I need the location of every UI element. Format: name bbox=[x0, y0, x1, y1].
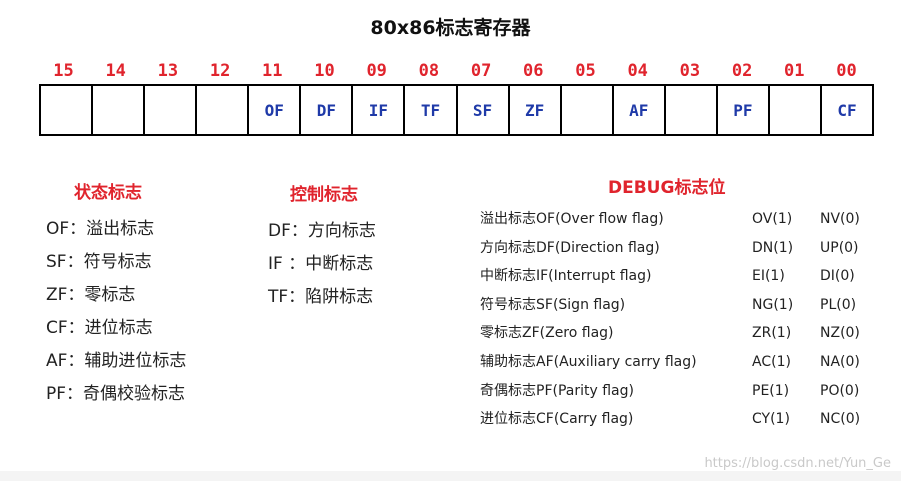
control-flag-item: DF：方向标志 bbox=[268, 221, 376, 241]
register-cell-bit-14 bbox=[93, 86, 146, 134]
debug-flag-set-value: PE(1) bbox=[752, 382, 790, 399]
debug-flags-title: DEBUG标志位 bbox=[608, 178, 726, 198]
register-cell-bit-15 bbox=[41, 86, 94, 134]
bit-number: 02 bbox=[731, 61, 753, 81]
debug-flag-row: 进位标志CF(Carry flag) CY(1) NC(0) bbox=[480, 405, 880, 434]
status-flag-item: PF：奇偶校验标志 bbox=[46, 384, 186, 404]
register-cell-bit-12 bbox=[197, 86, 250, 134]
control-flag-item: TF：陷阱标志 bbox=[268, 287, 374, 307]
register-cell-bit-03 bbox=[666, 86, 718, 134]
status-flag-item: SF：符号标志 bbox=[46, 252, 152, 272]
status-flags-title: 状态标志 bbox=[74, 183, 142, 203]
bit-number: 06 bbox=[523, 61, 544, 81]
control-flags-title: 控制标志 bbox=[290, 185, 358, 205]
debug-flag-name: 进位标志CF(Carry flag) bbox=[480, 411, 634, 428]
bit-number: 04 bbox=[627, 61, 648, 81]
watermark: https://blog.csdn.net/Yun_Ge bbox=[704, 456, 891, 471]
debug-flag-row: 奇偶标志PF(Parity flag) PE(1) PO(0) bbox=[480, 377, 880, 406]
debug-flag-clear-value: UP(0) bbox=[820, 239, 859, 256]
register-cell-bit-11: OF bbox=[249, 86, 302, 134]
diagram-title: 80x86标志寄存器 bbox=[370, 17, 531, 39]
bottom-bar bbox=[0, 471, 901, 481]
debug-flag-name: 辅助标志AF(Auxiliary carry flag) bbox=[480, 353, 697, 370]
debug-flag-set-value: CY(1) bbox=[752, 411, 790, 428]
register-cell-bit-08: TF bbox=[405, 86, 458, 134]
bit-number: 01 bbox=[784, 61, 805, 81]
control-flag-item: IF ：中断标志 bbox=[268, 254, 374, 274]
debug-flag-set-value: NG(1) bbox=[752, 296, 794, 313]
status-flag-item: AF：辅助进位标志 bbox=[46, 351, 187, 371]
bit-number: 13 bbox=[157, 61, 179, 81]
bit-number: 08 bbox=[418, 61, 440, 81]
register-cell-bit-01 bbox=[770, 86, 822, 134]
debug-flag-row: 零标志ZF(Zero flag) ZR(1) NZ(0) bbox=[480, 319, 880, 348]
bit-number: 05 bbox=[575, 61, 596, 81]
register-cell-bit-09: IF bbox=[353, 86, 406, 134]
register-cell-bit-10: DF bbox=[301, 86, 354, 134]
control-flags-list: DF：方向标志 IF ：中断标志 TF：陷阱标志 bbox=[268, 215, 376, 314]
debug-flag-clear-value: NC(0) bbox=[820, 411, 861, 428]
debug-flag-clear-value: DI(0) bbox=[820, 268, 855, 285]
status-flag-item: CF：进位标志 bbox=[46, 318, 153, 338]
debug-flag-row: 中断标志IF(Interrupt flag) EI(1) DI(0) bbox=[480, 262, 880, 291]
register-cell-bit-13 bbox=[145, 86, 198, 134]
register-cell-bit-05 bbox=[562, 86, 614, 134]
bit-number: 11 bbox=[262, 61, 283, 81]
bit-number: 00 bbox=[836, 61, 857, 81]
debug-flag-row: 方向标志DF(Direction flag) DN(1) UP(0) bbox=[480, 234, 880, 263]
debug-flag-clear-value: NV(0) bbox=[820, 211, 860, 227]
bit-number: 03 bbox=[679, 61, 701, 81]
status-flag-item: OF：溢出标志 bbox=[46, 219, 155, 239]
debug-flag-clear-value: NZ(0) bbox=[820, 325, 860, 342]
debug-flag-set-value: ZR(1) bbox=[752, 325, 792, 342]
register-cell-bit-02: PF bbox=[718, 86, 770, 134]
debug-flag-row: 溢出标志OF(Over flow flag) OV(1) NV(0) bbox=[480, 205, 880, 234]
debug-flag-name: 中断标志IF(Interrupt flag) bbox=[480, 268, 652, 285]
register-cell-bit-07: SF bbox=[458, 86, 510, 134]
debug-flag-clear-value: PO(0) bbox=[820, 382, 860, 399]
debug-flag-set-value: DN(1) bbox=[752, 239, 794, 256]
debug-flag-set-value: OV(1) bbox=[752, 211, 793, 227]
debug-flag-name: 奇偶标志PF(Parity flag) bbox=[480, 382, 634, 399]
debug-flag-name: 溢出标志OF(Over flow flag) bbox=[480, 211, 664, 227]
bit-number: 14 bbox=[105, 61, 126, 81]
debug-flag-clear-value: NA(0) bbox=[820, 353, 860, 370]
bit-number: 15 bbox=[53, 61, 74, 81]
debug-flag-name: 零标志ZF(Zero flag) bbox=[480, 325, 614, 342]
debug-flag-set-value: AC(1) bbox=[752, 353, 791, 370]
debug-flag-set-value: EI(1) bbox=[752, 268, 785, 285]
bit-number: 09 bbox=[366, 61, 387, 81]
register-cell-bit-06: ZF bbox=[510, 86, 562, 134]
debug-flag-name: 符号标志SF(Sign flag) bbox=[480, 296, 626, 313]
register-cell-bit-04: AF bbox=[614, 86, 666, 134]
status-flag-item: ZF：零标志 bbox=[46, 285, 136, 305]
bit-number: 10 bbox=[314, 61, 335, 81]
register-cell-bit-00: CF bbox=[837, 100, 857, 120]
bit-number: 07 bbox=[470, 61, 492, 81]
status-flags-list: OF：溢出标志 SF：符号标志 ZF：零标志 CF：进位标志 AF：辅助进位标志 PF：奇… bbox=[46, 213, 186, 411]
bit-number: 12 bbox=[209, 61, 231, 81]
debug-flags-table: 溢出标志OF(Over flow flag) OV(1) NV(0) 方向标志DF(D… bbox=[480, 205, 880, 434]
debug-flag-name: 方向标志DF(Direction flag) bbox=[480, 239, 660, 256]
debug-flag-row: 符号标志SF(Sign flag) NG(1) PL(0) bbox=[480, 291, 880, 320]
flag-register: OF DF IF TF SF ZF AF PF CF bbox=[39, 84, 874, 136]
debug-flag-clear-value: PL(0) bbox=[820, 296, 857, 313]
debug-flag-row: 辅助标志AF(Auxiliary carry flag) AC(1) NA(0) bbox=[480, 348, 880, 377]
